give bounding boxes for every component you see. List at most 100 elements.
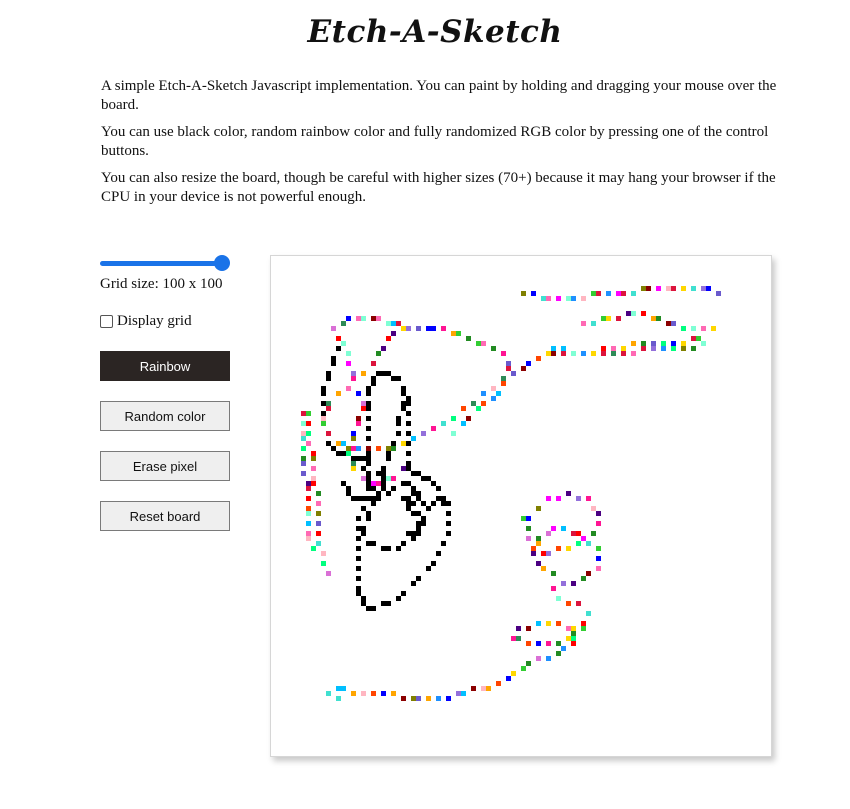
painted-pixel <box>336 686 341 691</box>
painted-pixel <box>381 466 386 471</box>
painted-pixel <box>376 371 381 376</box>
painted-pixel <box>566 296 571 301</box>
painted-pixel <box>336 336 341 341</box>
painted-pixel <box>446 696 451 701</box>
painted-pixel <box>421 521 426 526</box>
intro-text: A simple Etch-A-Sketch Javascript implem… <box>101 77 781 215</box>
painted-pixel <box>561 581 566 586</box>
painted-pixel <box>386 476 391 481</box>
painted-pixel <box>381 346 386 351</box>
painted-pixel <box>361 401 366 406</box>
painted-pixel <box>641 286 646 291</box>
painted-pixel <box>461 421 466 426</box>
grid-size-slider[interactable] <box>100 252 230 274</box>
painted-pixel <box>401 441 406 446</box>
painted-pixel <box>631 341 636 346</box>
painted-pixel <box>351 436 356 441</box>
reset-board-button[interactable]: Reset board <box>100 501 230 531</box>
painted-pixel <box>366 401 371 406</box>
painted-pixel <box>446 501 451 506</box>
painted-pixel <box>431 561 436 566</box>
painted-pixel <box>306 481 311 486</box>
sketch-canvas[interactable] <box>271 256 771 756</box>
painted-pixel <box>596 556 601 561</box>
painted-pixel <box>481 341 486 346</box>
painted-pixel <box>391 476 396 481</box>
painted-pixel <box>486 686 491 691</box>
painted-pixel <box>346 386 351 391</box>
painted-pixel <box>366 456 371 461</box>
painted-pixel <box>416 576 421 581</box>
painted-pixel <box>516 636 521 641</box>
painted-pixel <box>311 476 316 481</box>
display-grid-checkbox[interactable] <box>100 315 113 328</box>
painted-pixel <box>356 516 361 521</box>
painted-pixel <box>436 496 441 501</box>
painted-pixel <box>371 606 376 611</box>
painted-pixel <box>626 311 631 316</box>
painted-pixel <box>691 346 696 351</box>
intro-paragraph: You can use black color, random rainbow … <box>101 124 769 159</box>
painted-pixel <box>526 536 531 541</box>
painted-pixel <box>556 651 561 656</box>
painted-pixel <box>336 391 341 396</box>
painted-pixel <box>571 631 576 636</box>
painted-pixel <box>356 421 361 426</box>
painted-pixel <box>421 516 426 521</box>
rainbow-button[interactable]: Rainbow <box>100 351 230 381</box>
painted-pixel <box>651 341 656 346</box>
painted-pixel <box>386 446 391 451</box>
painted-pixel <box>516 626 521 631</box>
erase-pixel-button[interactable]: Erase pixel <box>100 451 230 481</box>
painted-pixel <box>321 401 326 406</box>
painted-pixel <box>351 376 356 381</box>
painted-pixel <box>406 506 411 511</box>
painted-pixel <box>301 461 306 466</box>
painted-pixel <box>361 526 366 531</box>
painted-pixel <box>386 491 391 496</box>
painted-pixel <box>431 501 436 506</box>
painted-pixel <box>546 641 551 646</box>
sketch-board[interactable] <box>270 255 772 757</box>
painted-pixel <box>591 321 596 326</box>
painted-pixel <box>311 466 316 471</box>
painted-pixel <box>436 696 441 701</box>
painted-pixel <box>391 376 396 381</box>
painted-pixel <box>526 516 531 521</box>
slider-track[interactable] <box>100 261 222 266</box>
painted-pixel <box>521 516 526 521</box>
painted-pixel <box>491 396 496 401</box>
painted-pixel <box>356 446 361 451</box>
painted-pixel <box>351 496 356 501</box>
display-grid-toggle[interactable]: Display grid <box>100 313 192 330</box>
painted-pixel <box>401 496 406 501</box>
painted-pixel <box>321 391 326 396</box>
painted-pixel <box>606 291 611 296</box>
painted-pixel <box>336 346 341 351</box>
painted-pixel <box>356 576 361 581</box>
random-color-button[interactable]: Random color <box>100 401 230 431</box>
painted-pixel <box>386 601 391 606</box>
painted-pixel <box>366 486 371 491</box>
painted-pixel <box>566 626 571 631</box>
painted-pixel <box>661 346 666 351</box>
painted-pixel <box>326 431 331 436</box>
painted-pixel <box>321 561 326 566</box>
painted-pixel <box>421 431 426 436</box>
painted-pixel <box>571 581 576 586</box>
painted-pixel <box>301 446 306 451</box>
painted-pixel <box>376 446 381 451</box>
painted-pixel <box>411 471 416 476</box>
painted-pixel <box>341 686 346 691</box>
painted-pixel <box>341 441 346 446</box>
painted-pixel <box>481 401 486 406</box>
painted-pixel <box>376 351 381 356</box>
painted-pixel <box>371 481 376 486</box>
painted-pixel <box>301 471 306 476</box>
painted-pixel <box>456 691 461 696</box>
painted-pixel <box>396 596 401 601</box>
slider-thumb[interactable] <box>214 255 230 271</box>
painted-pixel <box>366 461 371 466</box>
painted-pixel <box>341 341 346 346</box>
painted-pixel <box>556 641 561 646</box>
